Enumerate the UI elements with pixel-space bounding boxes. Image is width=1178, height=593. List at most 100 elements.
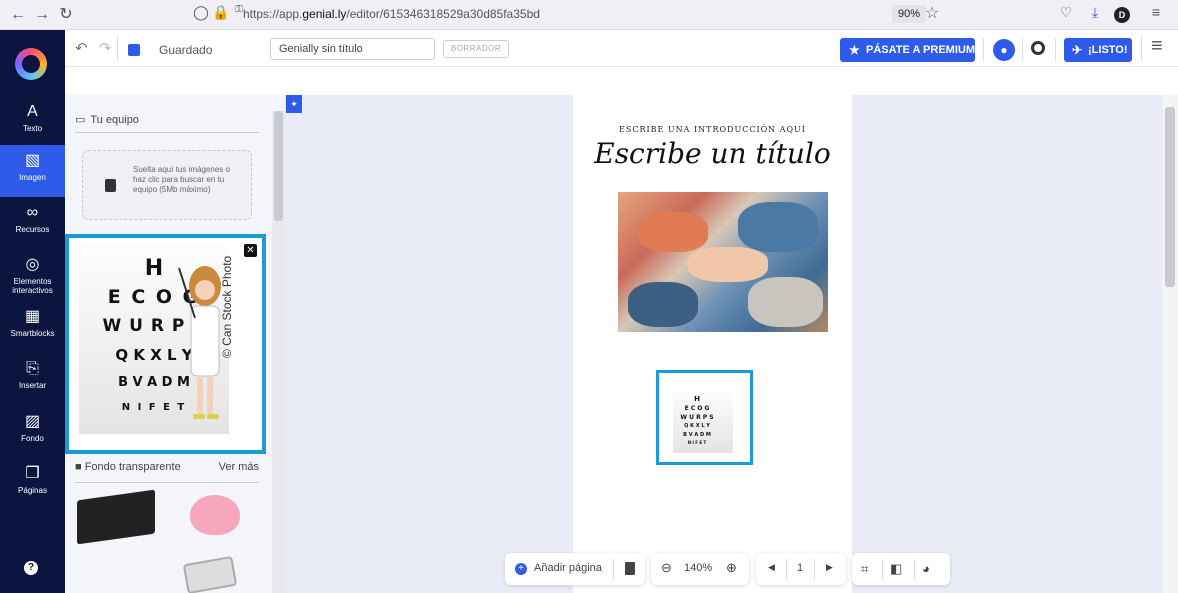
laptop-image[interactable] (77, 489, 155, 545)
redo-icon[interactable]: ↷ (99, 39, 112, 57)
pin-icon[interactable]: ✦ (286, 95, 302, 113)
grid-icon[interactable]: ⌗ (861, 561, 868, 577)
account-icon[interactable]: D (1114, 7, 1130, 23)
pagination-group: ◀ 1 ▶ (756, 553, 846, 585)
sidebar-item-label: Insertar (18, 381, 47, 390)
reload-icon[interactable]: ↻ (56, 5, 76, 25)
sidebar-item-texto[interactable]: A Texto (0, 96, 65, 148)
pocket-icon[interactable]: ♡ (1056, 4, 1076, 21)
team-hands-photo[interactable] (618, 192, 828, 332)
shield-icon[interactable]: ◯ (191, 4, 211, 21)
browser-toolbar: ← → ↻ ◯ 🔒 ⚿ https://app.genial.ly/editor… (0, 0, 1178, 30)
image-panel: ▭ Tu equipo Suelta aquí tus imágenes o ha… (65, 95, 285, 593)
layout-icon[interactable]: ◧ (890, 561, 902, 577)
phone-image[interactable] (182, 555, 238, 593)
editor-canvas: ✦ ESCRIBE UNA INTRODUCCIÓN AQUÍ Escribe … (285, 95, 1178, 593)
sidebar-item-imagen[interactable]: ▧ Imagen (0, 145, 65, 197)
address-bar[interactable]: ◯ 🔒 ⚿ https://app.genial.ly/editor/61534… (185, 3, 955, 27)
eye-chart-thumbnail: H E C O G W U R P S Q K X L Y B V A D M … (673, 391, 733, 453)
saved-icon (128, 44, 140, 56)
genially-logo-icon[interactable] (15, 48, 47, 80)
eye-chart-line: E C O G (684, 405, 710, 412)
send-icon: ✈ (1072, 43, 1083, 57)
add-page-label: Añadir página (534, 562, 602, 574)
zoom-badge[interactable]: 90% (892, 5, 927, 23)
help-icon[interactable]: ? (24, 561, 38, 575)
view-tools-group: ⌗ ◧ ◕ (852, 553, 950, 585)
sidebar-item-label: Imagen (19, 173, 46, 182)
editor-toolbar: ↶ ↷ Guardado BORRADOR ★PÁSATE A PREMIUM … (65, 30, 1178, 67)
ready-button[interactable]: ✈ ¡LISTO! (1064, 38, 1132, 62)
left-navigation: A Texto ▧ Imagen ∞ Recursos ◎ Elementos interac… (0, 30, 65, 593)
eye-chart-line: W U R P S (680, 414, 714, 421)
canvas-scrollbar[interactable] (1162, 95, 1178, 593)
zoom-value: 140% (684, 562, 713, 574)
url-text[interactable]: https://app.genial.ly/editor/61534631852… (243, 7, 540, 21)
download-icon[interactable]: ⤓ (1085, 4, 1105, 21)
sidebar-item-smartblocks[interactable]: ▦ Smartblocks (0, 301, 65, 353)
sidebar-item-fondo[interactable]: ▨ Fondo (0, 406, 65, 458)
upload-icon (105, 179, 116, 192)
genially-page[interactable]: ESCRIBE UNA INTRODUCCIÓN AQUÍ Escribe un… (573, 95, 852, 593)
insert-icon: ⎘ (26, 360, 39, 377)
resources-icon: ∞ (26, 204, 39, 221)
add-collaborator-icon[interactable]: ● (993, 39, 1015, 61)
sidebar-item-elementos[interactable]: ◎ Elementos interactivos (0, 249, 65, 301)
smartblocks-icon: ▦ (24, 308, 41, 325)
genially-title-input[interactable] (270, 38, 435, 60)
previous-page-icon[interactable]: ◀ (768, 562, 775, 573)
sticker-icon: ■ (75, 461, 85, 473)
image-icon: ▧ (24, 152, 41, 169)
zoom-out-icon[interactable]: ⊖ (661, 560, 672, 576)
eye-chart-line: N I F E T (687, 440, 707, 445)
sidebar-item-label: Elementos interactivos (12, 277, 53, 295)
interactive-icon: ◎ (25, 256, 40, 273)
intro-text[interactable]: ESCRIBE UNA INTRODUCCIÓN AQUÍ (573, 125, 852, 134)
sidebar-item-label: Páginas (18, 486, 47, 495)
page-title[interactable]: Escribe un título (573, 137, 852, 170)
background-icon: ▨ (24, 413, 41, 430)
sidebar-item-label: Smartblocks (10, 329, 55, 338)
back-icon[interactable]: ← (8, 5, 28, 25)
sidebar-item-páginas[interactable]: ❐ Páginas (0, 458, 65, 510)
ready-label: ¡LISTO! (1088, 44, 1128, 56)
sidebar-item-label: Texto (22, 124, 43, 133)
zoom-group: ⊖ 140% ⊕ (651, 553, 749, 585)
panel-scrollbar[interactable] (272, 111, 285, 593)
preview-eye-icon[interactable] (1031, 41, 1045, 55)
next-page-icon[interactable]: ▶ (826, 562, 833, 573)
text-icon: A (27, 103, 38, 120)
page-number: 1 (797, 562, 804, 574)
bookmark-star-icon[interactable]: ☆ (925, 3, 939, 23)
forward-icon[interactable]: → (32, 5, 52, 25)
eye-chart-line: H (694, 395, 700, 403)
browser-menu-icon[interactable]: ≡ (1146, 4, 1166, 20)
placed-eye-chart-image[interactable]: H E C O G W U R P S Q K X L Y B V A D M … (656, 370, 753, 465)
editor-menu-icon[interactable]: ≡ (1151, 35, 1163, 58)
trash-icon[interactable] (625, 562, 635, 575)
saved-status: Guardado (159, 43, 213, 57)
sidebar-item-recursos[interactable]: ∞ Recursos (0, 197, 65, 249)
add-page-button[interactable]: + Añadir página (505, 553, 609, 585)
go-premium-label: PÁSATE A PREMIUM (866, 44, 975, 56)
sidebar-item-insertar[interactable]: ⎘ Insertar (0, 353, 65, 405)
team-section-heading: ▭ Tu equipo (75, 113, 259, 133)
close-icon[interactable]: ✕ (244, 244, 257, 257)
undo-icon[interactable]: ↶ (75, 39, 88, 57)
eye-chart-line: Q K X L Y (684, 423, 710, 429)
computer-icon: ▭ (75, 114, 86, 126)
see-more-link[interactable]: Ver más (219, 461, 259, 473)
lock-icon[interactable]: 🔒 (211, 4, 231, 21)
go-premium-button[interactable]: ★ PÁSATE A PREMIUM (840, 38, 975, 62)
transparent-heading-label: Fondo transparente (84, 461, 181, 473)
theme-palette-icon[interactable]: ◕ (922, 561, 930, 576)
draft-badge: BORRADOR (443, 40, 509, 58)
uploaded-image-eye-chart[interactable]: H E C O G W U R P S Q K X L Y B V A D M … (65, 234, 266, 454)
zoom-in-icon[interactable]: ⊕ (726, 560, 737, 576)
upload-dropzone[interactable]: Suelta aquí tus imágenes o haz clic para… (82, 150, 252, 220)
dropzone-text: Suelta aquí tus imágenes o haz clic para… (133, 165, 230, 194)
stock-credit: © Can Stock Photo (220, 255, 234, 358)
piggy-bank-image[interactable] (190, 495, 240, 535)
star-icon: ★ (849, 43, 860, 57)
pages-icon: ❐ (25, 465, 40, 482)
